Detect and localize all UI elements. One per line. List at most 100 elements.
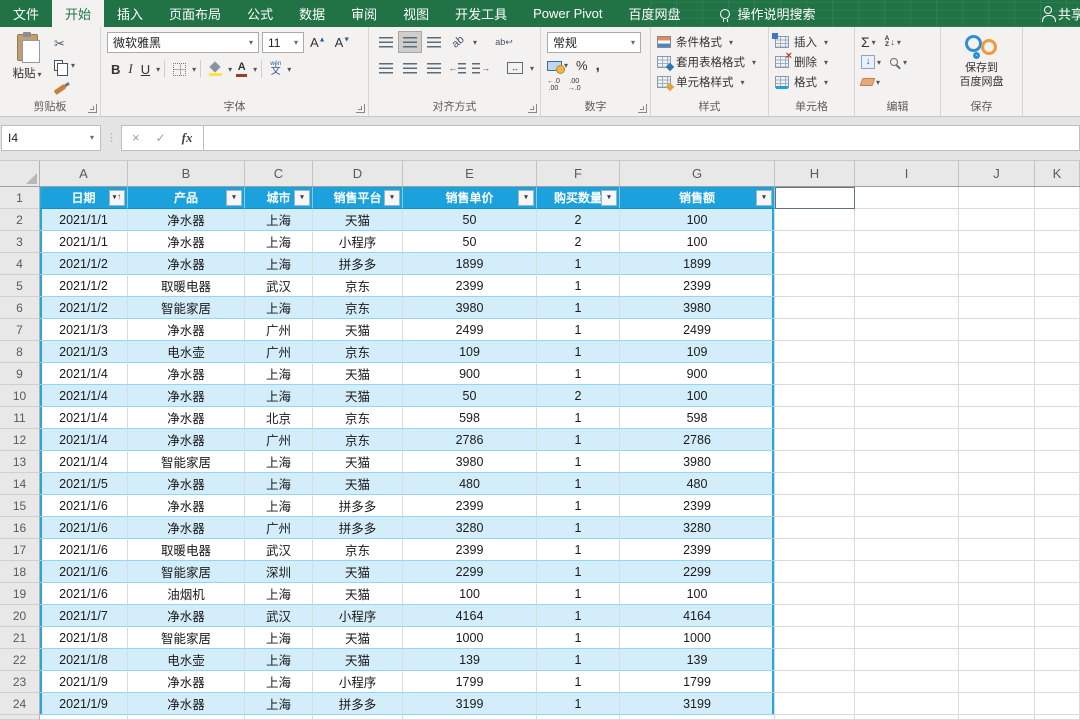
row-header[interactable]: 16 <box>0 517 40 539</box>
column-header[interactable]: B <box>128 161 245 186</box>
cell[interactable]: 净水器 <box>128 253 245 275</box>
cell[interactable]: 100 <box>620 583 775 605</box>
cell[interactable] <box>855 561 959 583</box>
italic-button[interactable]: I <box>124 61 136 77</box>
column-header[interactable]: D <box>313 161 403 186</box>
font-name-combo[interactable]: 微软雅黑 ▾ <box>107 32 259 53</box>
cell[interactable] <box>775 363 855 385</box>
filter-button[interactable]: ▾ <box>756 189 772 206</box>
cell[interactable] <box>959 341 1035 363</box>
cell[interactable] <box>1035 187 1080 209</box>
cell[interactable] <box>855 605 959 627</box>
cell[interactable] <box>775 715 855 720</box>
cells-item[interactable]: 删除 ▾ <box>775 50 848 72</box>
cell[interactable] <box>855 319 959 341</box>
table-header-cell[interactable]: 销售额 ▾ <box>620 187 775 209</box>
cell[interactable]: 上海 <box>245 385 313 407</box>
cell[interactable]: 京东 <box>313 539 403 561</box>
cell[interactable]: 2021/1/3 <box>40 319 128 341</box>
cell[interactable] <box>775 561 855 583</box>
cell[interactable] <box>775 539 855 561</box>
select-all-corner[interactable] <box>0 161 40 186</box>
cell[interactable]: 50 <box>403 209 537 231</box>
borders-button[interactable] <box>169 62 190 76</box>
cell[interactable] <box>775 451 855 473</box>
cell[interactable]: 1 <box>537 319 620 341</box>
cell[interactable] <box>959 693 1035 715</box>
name-box[interactable]: I4 ▾ <box>1 124 101 151</box>
cell[interactable] <box>855 385 959 407</box>
orientation-button[interactable]: ab <box>447 32 469 52</box>
cell[interactable]: 1 <box>537 693 620 715</box>
cell[interactable] <box>959 561 1035 583</box>
menu-tab[interactable]: 文件 <box>0 0 52 27</box>
align-top-button[interactable] <box>375 32 397 52</box>
column-header[interactable]: G <box>620 161 775 186</box>
cell[interactable] <box>775 187 855 209</box>
save-to-baidu-button[interactable]: 保存到 百度网盘 <box>947 32 1016 89</box>
cell[interactable]: 2 <box>537 209 620 231</box>
align-center-button[interactable] <box>399 58 421 78</box>
cell[interactable]: 净水器 <box>128 495 245 517</box>
cell[interactable]: 2786 <box>620 429 775 451</box>
cell[interactable]: 2021/1/2 <box>40 275 128 297</box>
bold-button[interactable]: B <box>107 62 124 77</box>
cell[interactable]: 480 <box>620 473 775 495</box>
cell[interactable]: 2399 <box>403 495 537 517</box>
cell[interactable] <box>245 715 313 720</box>
cell[interactable] <box>775 649 855 671</box>
cell[interactable]: 京东 <box>313 407 403 429</box>
cell[interactable] <box>1035 253 1080 275</box>
cell[interactable] <box>855 693 959 715</box>
cell[interactable]: 天猫 <box>313 627 403 649</box>
align-right-button[interactable] <box>423 58 445 78</box>
menu-tab[interactable]: Power Pivot <box>520 0 615 27</box>
cell[interactable] <box>959 209 1035 231</box>
alignment-dialog-launcher[interactable] <box>528 104 537 113</box>
cell[interactable]: 3980 <box>403 451 537 473</box>
cells-item[interactable]: 格式 ▾ <box>775 72 848 92</box>
paste-button[interactable]: 粘贴 ▾ <box>6 32 48 96</box>
find-select-button[interactable]: ▾ <box>890 58 907 67</box>
cell[interactable]: 2021/1/4 <box>40 451 128 473</box>
autosum-button[interactable]: Σ ▾ <box>861 35 876 49</box>
cell[interactable]: 小程序 <box>313 605 403 627</box>
cell[interactable]: 拼多多 <box>313 495 403 517</box>
row-header[interactable]: 13 <box>0 451 40 473</box>
cell[interactable] <box>775 693 855 715</box>
underline-button[interactable]: U <box>137 62 154 77</box>
column-header[interactable]: J <box>959 161 1035 186</box>
cell[interactable] <box>1035 671 1080 693</box>
cell[interactable]: 智能家居 <box>128 297 245 319</box>
cell[interactable] <box>855 297 959 319</box>
cell[interactable]: 上海 <box>245 649 313 671</box>
cell[interactable] <box>1035 649 1080 671</box>
cell[interactable] <box>959 627 1035 649</box>
menu-tab[interactable]: 百度网盘 <box>616 0 694 27</box>
menu-tab[interactable]: 开发工具 <box>442 0 520 27</box>
cell[interactable]: 净水器 <box>128 209 245 231</box>
cell[interactable] <box>40 715 128 720</box>
cell[interactable]: 净水器 <box>128 429 245 451</box>
cell[interactable] <box>775 209 855 231</box>
cell[interactable] <box>775 385 855 407</box>
cell[interactable]: 2021/1/1 <box>40 209 128 231</box>
cell[interactable]: 3199 <box>620 693 775 715</box>
cell[interactable]: 武汉 <box>245 605 313 627</box>
fill-color-button[interactable] <box>205 63 226 76</box>
cell[interactable] <box>959 451 1035 473</box>
cell[interactable] <box>775 275 855 297</box>
cell[interactable]: 2 <box>537 385 620 407</box>
cell[interactable]: 100 <box>620 231 775 253</box>
cell[interactable]: 2021/1/6 <box>40 539 128 561</box>
cell[interactable] <box>1035 429 1080 451</box>
cell[interactable] <box>1035 407 1080 429</box>
cell[interactable]: 上海 <box>245 671 313 693</box>
cell[interactable]: 天猫 <box>313 385 403 407</box>
cell[interactable]: 2786 <box>403 429 537 451</box>
cell[interactable]: 4164 <box>620 605 775 627</box>
row-header[interactable]: 2 <box>0 209 40 231</box>
cell[interactable] <box>855 583 959 605</box>
cell[interactable]: 智能家居 <box>128 451 245 473</box>
cell[interactable]: 139 <box>403 649 537 671</box>
